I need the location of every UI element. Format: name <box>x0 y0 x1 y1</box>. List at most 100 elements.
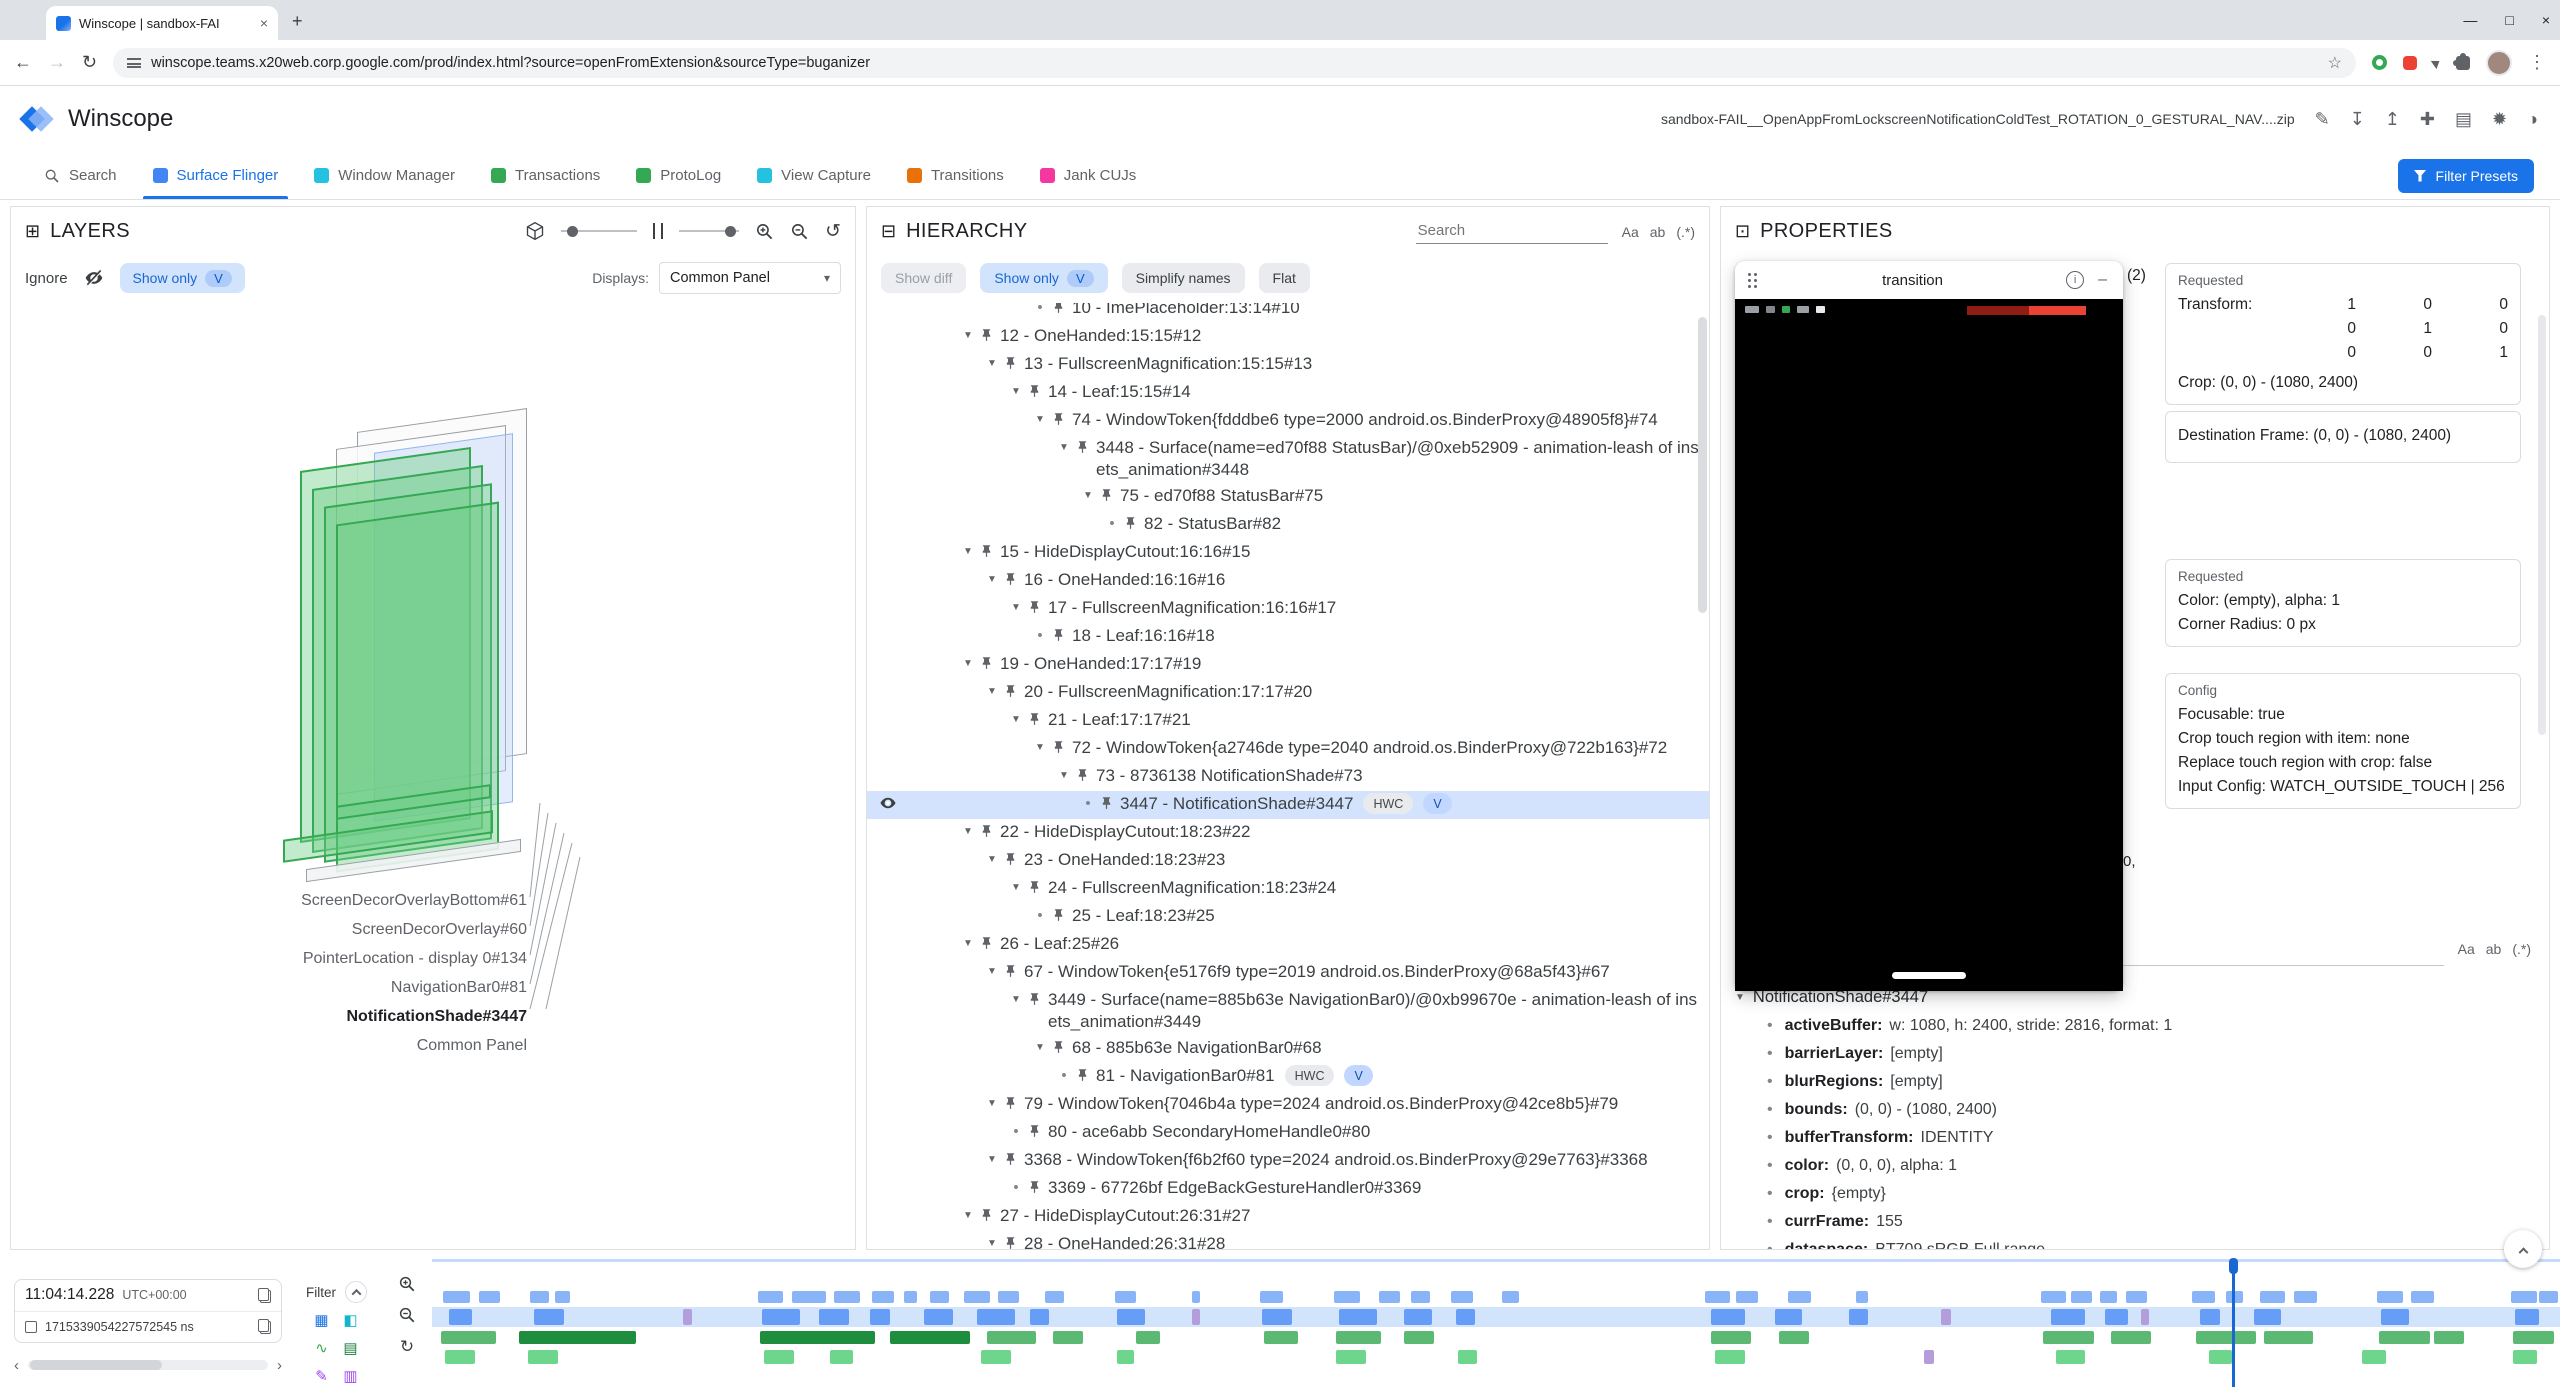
tree-node[interactable]: ▼74 - WindowToken{fdddbe6 type=2000 andr… <box>867 407 1709 435</box>
drag-handle-icon[interactable] <box>1747 272 1759 289</box>
tab-search[interactable]: Search <box>26 152 135 199</box>
transitions-trace-icon[interactable]: ✎ <box>308 1363 335 1389</box>
tree-node[interactable]: •18 - Leaf:16:16#18 <box>867 623 1709 651</box>
pin-icon[interactable] <box>1051 409 1072 433</box>
tree-node[interactable]: •25 - Leaf:18:23#25 <box>867 903 1709 931</box>
tree-node[interactable]: ▼16 - OneHanded:16:16#16 <box>867 567 1709 595</box>
tree-node[interactable]: •3447 - NotificationShade#3447HWCV <box>867 791 1709 819</box>
cross-tool-icon[interactable]: ✚ <box>2420 109 2435 130</box>
tab-close-icon[interactable]: × <box>260 15 268 31</box>
3d-view-icon[interactable] <box>525 221 545 241</box>
browser-tab[interactable]: Winscope | sandbox-FAI × <box>46 6 278 40</box>
scroll-to-top-button[interactable] <box>2504 1230 2542 1268</box>
expand-arrow-icon[interactable]: ▼ <box>957 325 979 347</box>
window-manager-trace-icon[interactable]: ◧ <box>337 1307 364 1333</box>
match-case-icon[interactable]: Aa <box>2458 941 2475 957</box>
back-icon[interactable]: ← <box>14 52 32 73</box>
timeline-track-window-manager[interactable] <box>432 1307 2560 1327</box>
tree-node[interactable]: •81 - NavigationBar0#81HWCV <box>867 1063 1709 1091</box>
expand-arrow-icon[interactable]: ▼ <box>981 1233 1003 1249</box>
transactions-trace-icon[interactable]: ∿ <box>308 1335 335 1361</box>
tree-node[interactable]: •3369 - 67726bf EdgeBackGestureHandler0#… <box>867 1175 1709 1203</box>
pin-icon[interactable] <box>1051 625 1072 649</box>
tree-node[interactable]: ▼28 - OneHanded:26:31#28 <box>867 1231 1709 1249</box>
tree-node[interactable]: ▼3449 - Surface(name=885b63e NavigationB… <box>867 987 1709 1035</box>
site-settings-icon[interactable] <box>127 58 141 68</box>
pin-icon[interactable] <box>1051 1037 1072 1061</box>
expand-arrow-icon[interactable]: ▼ <box>1029 409 1051 431</box>
pin-icon[interactable] <box>1003 1233 1024 1249</box>
tree-node[interactable]: ▼15 - HideDisplayCutout:16:16#15 <box>867 539 1709 567</box>
pin-icon[interactable] <box>1027 1121 1048 1145</box>
pin-icon[interactable] <box>1099 793 1120 817</box>
timeline-tracks[interactable] <box>432 1259 2560 1392</box>
pin-icon[interactable] <box>1003 681 1024 705</box>
pin-icon[interactable] <box>1003 1093 1024 1117</box>
timeline-track-ime[interactable] <box>432 1348 2560 1366</box>
tree-node[interactable]: ▼3448 - Surface(name=ed70f88 StatusBar)/… <box>867 435 1709 483</box>
profile-avatar[interactable] <box>2486 50 2512 76</box>
pin-icon[interactable] <box>979 541 1000 565</box>
download-icon[interactable]: ↧ <box>2350 109 2365 130</box>
pin-icon[interactable] <box>1051 905 1072 929</box>
tab-transactions[interactable]: Transactions <box>473 152 618 199</box>
timeline-track-transactions[interactable] <box>432 1329 2560 1346</box>
pin-icon[interactable] <box>1099 485 1120 509</box>
dialog-minimize-icon[interactable]: – <box>2094 271 2111 289</box>
documentation-icon[interactable]: ▤ <box>2455 109 2472 130</box>
tree-node[interactable]: ▼20 - FullscreenMagnification:17:17#20 <box>867 679 1709 707</box>
match-case-icon[interactable]: Aa <box>1622 224 1639 240</box>
expand-arrow-icon[interactable]: ▼ <box>1053 437 1075 459</box>
expand-arrow-icon[interactable]: ▼ <box>981 1149 1003 1171</box>
property-item[interactable]: •dataspace:BT709 sRGB Full range <box>1721 1236 2549 1249</box>
expand-arrow-icon[interactable]: ▼ <box>1735 992 1745 1003</box>
pin-icon[interactable] <box>1027 877 1048 901</box>
pin-icon[interactable] <box>1075 765 1096 789</box>
tree-node[interactable]: ▼24 - FullscreenMagnification:18:23#24 <box>867 875 1709 903</box>
pin-icon[interactable] <box>1075 1065 1096 1089</box>
expand-arrow-icon[interactable]: ▼ <box>1005 989 1027 1011</box>
expand-arrow-icon[interactable]: ▼ <box>957 821 979 843</box>
minimize-icon[interactable]: — <box>2463 12 2477 28</box>
chip-show-diff[interactable]: Show diff <box>881 263 966 293</box>
expand-arrow-icon[interactable]: ▼ <box>1029 1037 1051 1059</box>
property-item[interactable]: •currFrame:155 <box>1721 1208 2549 1236</box>
expand-arrow-icon[interactable]: ▼ <box>1005 877 1027 899</box>
pin-icon[interactable] <box>1003 849 1024 873</box>
protolog-trace-icon[interactable]: ▤ <box>337 1335 364 1361</box>
tree-node[interactable]: ▼22 - HideDisplayCutout:18:23#22 <box>867 819 1709 847</box>
expand-arrow-icon[interactable]: ▼ <box>981 569 1003 591</box>
tree-node[interactable]: ▼27 - HideDisplayCutout:26:31#27 <box>867 1203 1709 1231</box>
timeline-scrollbar[interactable] <box>28 1360 268 1370</box>
displays-select[interactable]: Common Panel ▾ <box>659 262 841 294</box>
property-item[interactable]: •barrierLayer:[empty] <box>1721 1040 2549 1068</box>
tree-node[interactable]: •10 - ImePlaceholder:13:14#10 <box>867 303 1709 323</box>
visibility-off-icon[interactable] <box>84 268 104 288</box>
tab-protolog[interactable]: ProtoLog <box>618 152 739 199</box>
filter-collapse-button[interactable] <box>345 1281 367 1303</box>
tab-surface-flinger[interactable]: Surface Flinger <box>135 152 297 199</box>
pin-icon[interactable] <box>1003 961 1024 985</box>
tree-node[interactable]: ▼3368 - WindowToken{f6b2f60 type=2024 an… <box>867 1147 1709 1175</box>
surface-flinger-trace-icon[interactable]: ▦ <box>308 1307 335 1333</box>
pin-icon[interactable] <box>1003 569 1024 593</box>
expand-arrow-icon[interactable]: ▼ <box>981 681 1003 703</box>
tree-node[interactable]: •80 - ace6abb SecondaryHomeHandle0#80 <box>867 1119 1709 1147</box>
tab-transitions[interactable]: Transitions <box>889 152 1022 199</box>
pin-icon[interactable] <box>979 325 1000 349</box>
visibility-icon[interactable] <box>879 794 897 818</box>
extensions-puzzle-icon[interactable] <box>2456 56 2470 70</box>
tab-window-manager[interactable]: Window Manager <box>296 152 473 199</box>
regex-icon[interactable]: (.*) <box>2512 941 2531 957</box>
browser-menu-icon[interactable]: ⋮ <box>2528 52 2546 73</box>
reset-view-icon[interactable]: ↺ <box>825 220 841 243</box>
expand-arrow-icon[interactable]: ▼ <box>957 541 979 563</box>
tree-node[interactable]: ▼17 - FullscreenMagnification:16:16#17 <box>867 595 1709 623</box>
info-icon[interactable]: i <box>2066 271 2084 289</box>
filter-presets-button[interactable]: Filter Presets <box>2398 159 2534 193</box>
rotation-slider[interactable] <box>561 230 637 232</box>
show-only-visible-chip[interactable]: Show only V <box>120 263 245 293</box>
expand-arrow-icon[interactable]: ▼ <box>1029 737 1051 759</box>
tree-node[interactable]: ▼12 - OneHanded:15:15#12 <box>867 323 1709 351</box>
pin-icon[interactable] <box>1027 1177 1048 1201</box>
